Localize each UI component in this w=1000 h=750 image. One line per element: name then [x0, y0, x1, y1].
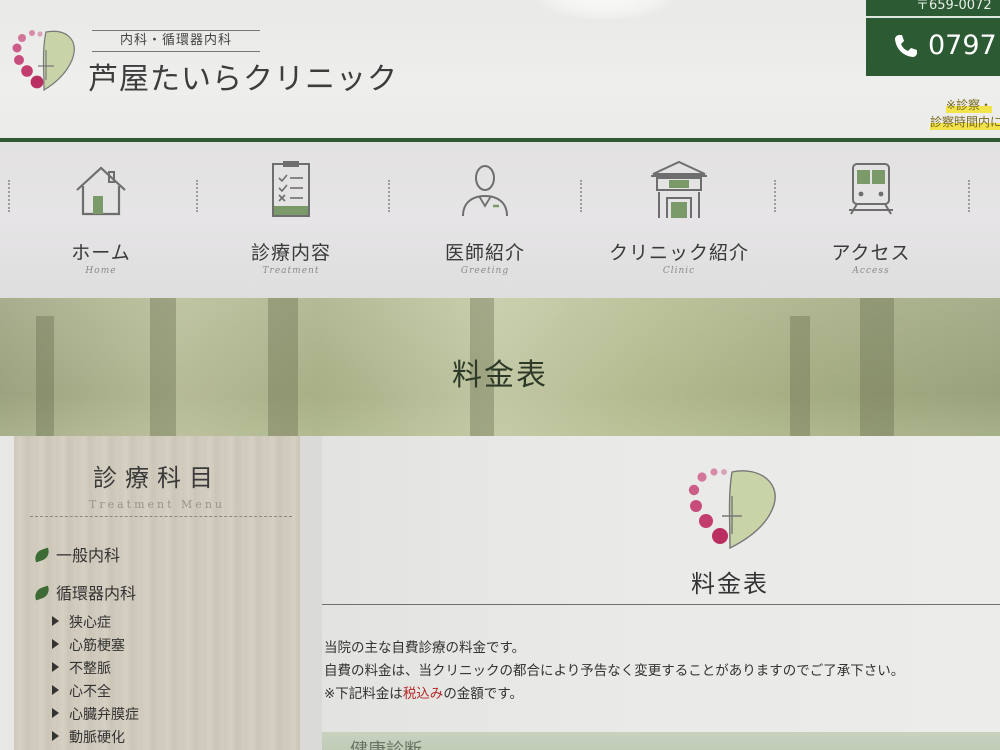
price-table-title: 健康診断 [350, 736, 422, 750]
nav-label: クリニック紹介 [608, 242, 749, 264]
leaf-icon [32, 547, 52, 563]
nav-separator [968, 180, 970, 212]
sidebar-subitem-myocardial-infarction[interactable]: 心筋梗塞 [52, 635, 125, 655]
notice-line-1: ※診察・ [946, 96, 993, 113]
nav-sublabel: Greeting [460, 266, 510, 276]
nav-label: 医師紹介 [444, 242, 525, 264]
nav-sublabel: Treatment [262, 266, 320, 276]
sidebar-subitem-label: 心筋梗塞 [69, 638, 125, 654]
sidebar-subtitle: Treatment Menu [89, 498, 225, 511]
sidebar-divider [30, 516, 292, 517]
sidebar-item-label: 一般内科 [56, 546, 121, 565]
sidebar-subitem-valvular-disease[interactable]: 心臓弁膜症 [52, 704, 139, 724]
tax-included-highlight: 税込み [402, 686, 444, 702]
phone-icon [895, 35, 917, 57]
sidebar-subitem-label: 狭心症 [69, 615, 111, 631]
intro-line-2: 自費の料金は、当クリニックの都合により予告なく変更することがありますのでご了承下… [324, 663, 905, 679]
logo-clinic-name[interactable]: 芦屋たいらクリニック [88, 54, 398, 98]
home-icon [76, 166, 126, 216]
nav-sublabel: Clinic [662, 266, 696, 276]
phone-box-divider [866, 16, 1000, 18]
clinic-building-icon [651, 160, 707, 218]
sidebar-item-general-internal-medicine[interactable]: 一般内科 [32, 542, 121, 566]
triangle-bullet-icon [52, 731, 59, 741]
page-title: 料金表 [452, 358, 548, 393]
clinic-logo-icon [688, 468, 776, 550]
sidebar-subitem-arrhythmia[interactable]: 不整脈 [52, 658, 111, 678]
nav-item-doctor[interactable]: 医師紹介 Greeting [388, 142, 582, 298]
nav-sublabel: Home [85, 266, 117, 276]
main-content: 料金表 当院の主な自費診療の料金です。 自費の料金は、当クリニックの都合により予… [300, 436, 1000, 750]
triangle-bullet-icon [52, 639, 59, 649]
logo-department: 内科・循環器内科 [92, 30, 260, 52]
nav-label: アクセス [831, 242, 911, 264]
content-gutter [300, 436, 322, 750]
section-heading: 料金表 [691, 570, 769, 598]
clinic-logo-icon[interactable] [8, 26, 78, 94]
sidebar-subitem-angina[interactable]: 狭心症 [52, 612, 111, 632]
phone-number: 0797 [928, 30, 997, 61]
page-hero-banner: 料金表 [0, 298, 1000, 436]
sidebar-subitem-label: 動脈硬化 [69, 730, 125, 746]
sidebar-item-cardiology[interactable]: 循環器内科 [32, 580, 137, 604]
nav-item-access[interactable]: アクセス Access [774, 142, 968, 298]
intro-line-3: ※下記料金は税込みの金額です。 [324, 682, 523, 702]
site-header: 内科・循環器内科 芦屋たいらクリニック 〒659-0072 0797 ※診察・ … [0, 0, 1000, 142]
nav-label: ホーム [71, 242, 131, 264]
sidebar-subitem-heart-failure[interactable]: 心不全 [52, 681, 111, 701]
triangle-bullet-icon [52, 708, 59, 718]
sidebar-subitem-label: 心不全 [69, 684, 111, 700]
global-nav: ホーム Home 診療内容 Treatment 医師紹介 Greeting クリ… [0, 142, 1000, 298]
heading-rule [322, 604, 1000, 605]
nav-sublabel: Access [852, 266, 890, 276]
sidebar-treatment-menu: 診療科目 Treatment Menu 一般内科 循環器内科 狭心症 心筋梗塞 … [14, 436, 300, 750]
sidebar-item-label: 循環器内科 [56, 584, 137, 603]
nav-label: 診療内容 [250, 242, 331, 264]
nav-item-clinic[interactable]: クリニック紹介 Clinic [582, 142, 776, 298]
sidebar-title: 診療科目 [93, 464, 221, 492]
doctor-icon [462, 165, 508, 217]
notice-line-2: 診察時間内に [930, 113, 1000, 130]
intro-line-1: 当院の主な自費診療の料金です。 [324, 640, 526, 656]
clipboard-checklist-icon [272, 161, 310, 217]
train-icon [849, 163, 893, 215]
nav-item-home[interactable]: ホーム Home [4, 142, 198, 298]
nav-item-treatment[interactable]: 診療内容 Treatment [194, 142, 388, 298]
sidebar-subitem-label: 不整脈 [69, 661, 111, 677]
leaf-icon [32, 585, 52, 601]
sidebar-subitem-arteriosclerosis[interactable]: 動脈硬化 [52, 727, 125, 747]
triangle-bullet-icon [52, 662, 59, 672]
postal-code: 〒659-0072 [916, 0, 992, 13]
screen-glare [530, 0, 680, 20]
sidebar-gutter [0, 436, 14, 750]
triangle-bullet-icon [52, 616, 59, 626]
phone-box[interactable]: 〒659-0072 0797 [866, 0, 1000, 76]
price-table-header: 健康診断 [322, 732, 1000, 750]
sidebar-subitem-label: 心臓弁膜症 [69, 707, 139, 723]
triangle-bullet-icon [52, 685, 59, 695]
tax-note-prefix: ※下記料金は [324, 686, 403, 702]
tax-note-suffix: の金額です。 [443, 686, 523, 702]
